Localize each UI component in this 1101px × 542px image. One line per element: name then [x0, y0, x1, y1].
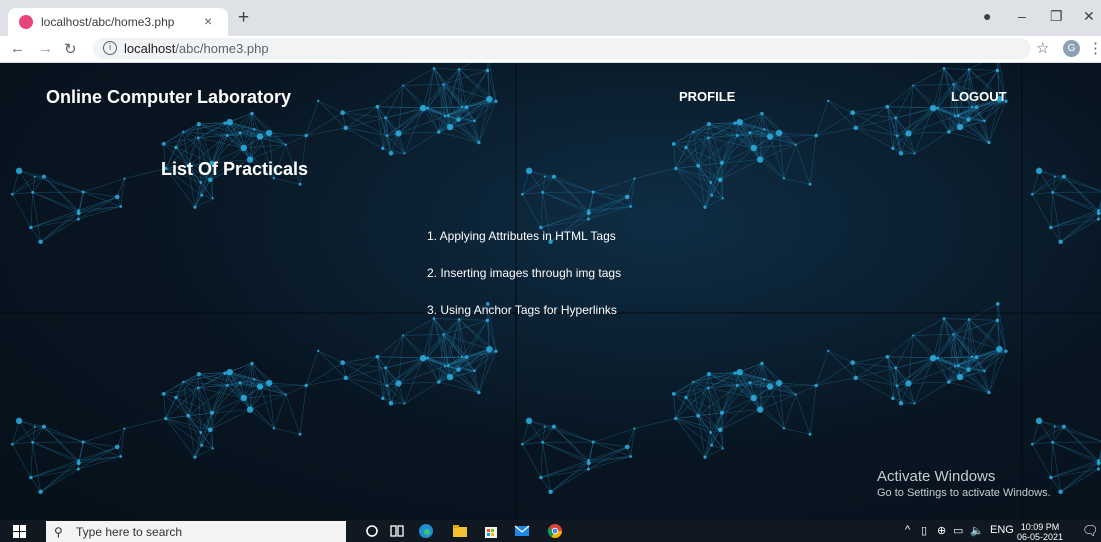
restore-icon[interactable]: ❐	[1050, 8, 1063, 25]
taskbar-search-input[interactable]: ⚲ Type here to search	[46, 521, 346, 542]
url-input[interactable]: i localhost/abc/home3.php	[93, 38, 1031, 59]
address-toolbar: ← → ↻ i localhost/abc/home3.php ☆ G ⋮	[0, 36, 1101, 63]
notification-icon[interactable]: 🗨	[1082, 523, 1099, 539]
close-window-icon[interactable]: ✕	[1083, 8, 1095, 25]
network-icon[interactable]: ⊕	[937, 524, 946, 537]
windows-taskbar: ⚲ Type here to search ^ ▯ ⊕ ▭ 🔈 ENG 10:0…	[0, 520, 1101, 542]
url-text: localhost/abc/home3.php	[124, 41, 269, 56]
clock-date: 06-05-2021	[1017, 532, 1064, 542]
browser-tab[interactable]: localhost/abc/home3.php ×	[8, 8, 228, 36]
search-placeholder: Type here to search	[76, 525, 183, 539]
store-icon[interactable]	[483, 523, 499, 539]
practical-link[interactable]: 1. Applying Attributes in HTML Tags	[427, 229, 616, 243]
watermark-subtitle: Go to Settings to activate Windows.	[877, 487, 1051, 499]
language-indicator[interactable]: ENG	[990, 524, 1014, 536]
chrome-icon[interactable]	[547, 523, 563, 539]
web-page: Online Computer Laboratory PROFILE LOGOU…	[0, 63, 1101, 520]
task-view-icon[interactable]	[389, 523, 405, 539]
url-host: localhost	[124, 41, 176, 56]
close-icon[interactable]: ×	[204, 13, 212, 29]
nav-profile-link[interactable]: PROFILE	[679, 89, 735, 104]
profile-dot-icon[interactable]: ●	[983, 8, 991, 24]
chevron-up-icon[interactable]: ^	[905, 524, 910, 536]
search-icon: ⚲	[54, 525, 63, 539]
mail-icon[interactable]	[514, 523, 530, 539]
edge-icon[interactable]	[418, 523, 434, 539]
activate-windows-watermark: Activate Windows Go to Settings to activ…	[877, 468, 1051, 499]
back-icon[interactable]: ←	[10, 40, 25, 57]
battery-icon[interactable]: ▯	[921, 524, 927, 537]
device-icon[interactable]: ▭	[953, 524, 963, 537]
windows-start-icon[interactable]	[13, 525, 26, 538]
forward-icon[interactable]: →	[38, 40, 53, 57]
site-title: Online Computer Laboratory	[46, 87, 292, 107]
cortana-icon[interactable]	[364, 523, 380, 539]
practical-link[interactable]: 2. Inserting images through img tags	[427, 266, 621, 280]
practical-link[interactable]: 3. Using Anchor Tags for Hyperlinks	[427, 303, 617, 317]
star-icon[interactable]: ☆	[1036, 39, 1049, 57]
file-explorer-icon[interactable]	[452, 523, 468, 539]
taskbar-clock[interactable]: 10:09 PM 06-05-2021	[1017, 522, 1063, 542]
tab-title: localhost/abc/home3.php	[41, 15, 175, 29]
favicon-icon	[19, 15, 33, 29]
menu-icon[interactable]: ⋮	[1088, 39, 1101, 57]
nav-logout-link[interactable]: LOGOUT	[951, 89, 1007, 104]
clock-time: 10:09 PM	[1020, 522, 1060, 532]
section-title: List Of Practicals	[161, 159, 309, 179]
avatar[interactable]: G	[1063, 40, 1080, 57]
minimize-icon[interactable]: –	[1018, 8, 1026, 24]
volume-icon[interactable]: 🔈	[970, 524, 984, 537]
browser-tab-bar: localhost/abc/home3.php × + ● – ❐ ✕	[0, 0, 1101, 36]
network-background-image	[0, 63, 1101, 520]
plus-icon[interactable]: +	[238, 7, 249, 29]
url-path: /abc/home3.php	[175, 41, 269, 56]
info-icon[interactable]: i	[103, 41, 117, 55]
reload-icon[interactable]: ↻	[64, 40, 77, 58]
watermark-title: Activate Windows	[877, 468, 996, 485]
